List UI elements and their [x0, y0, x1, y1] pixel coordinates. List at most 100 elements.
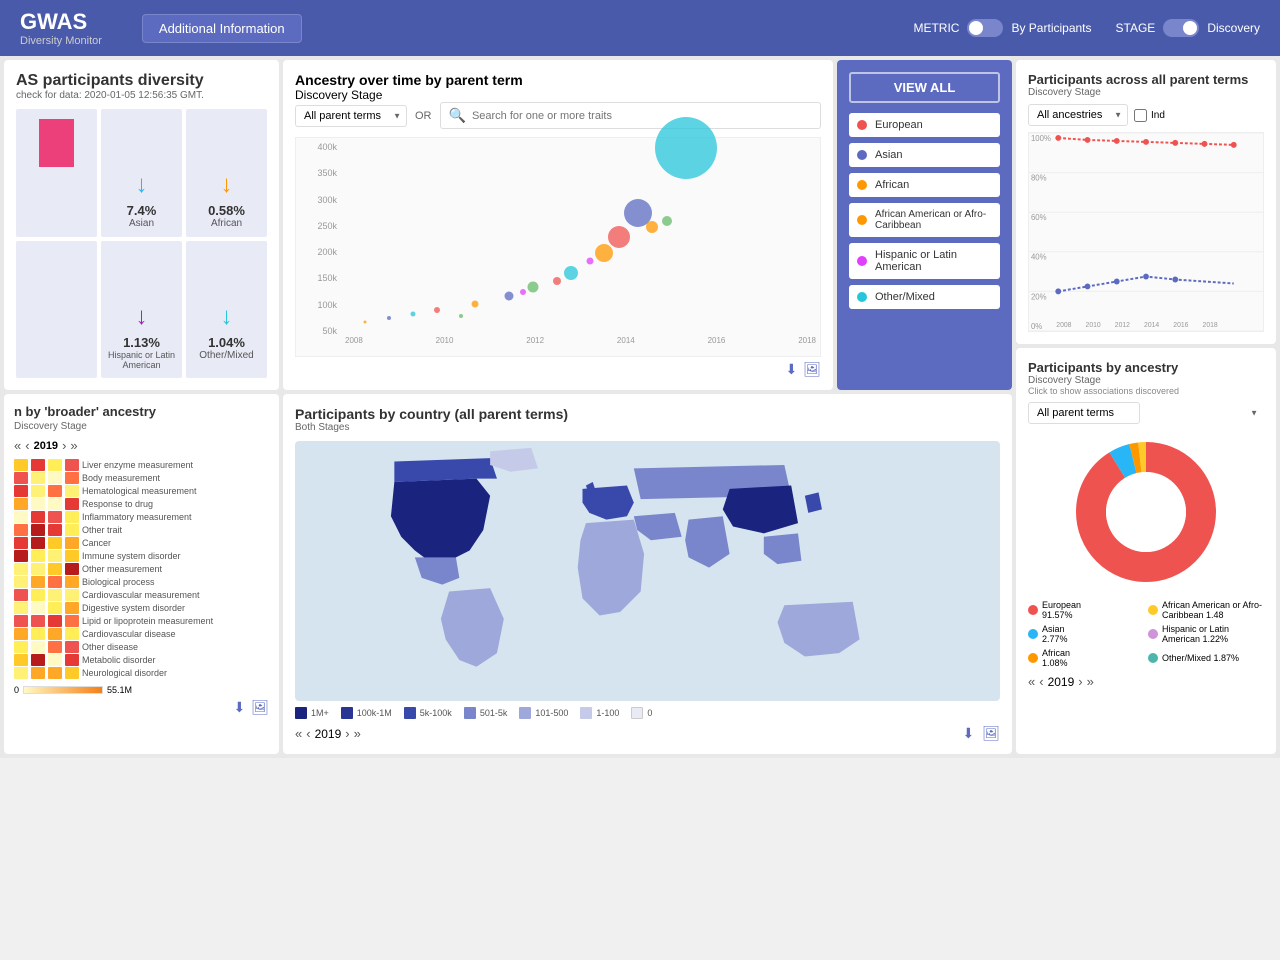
heatmap-last-btn[interactable]: »	[70, 438, 77, 453]
other-dot	[857, 292, 867, 302]
legend-label-101: 101-500	[535, 708, 568, 718]
hcell	[14, 628, 28, 640]
heatmap-image-icon[interactable]: 🖼	[251, 699, 269, 716]
hcell	[14, 589, 28, 601]
bar-european	[39, 119, 74, 167]
header-title: GWAS Diversity Monitor	[20, 9, 102, 47]
pie-last-btn[interactable]: »	[1087, 674, 1094, 689]
map-download-icon[interactable]: ⬇	[962, 725, 974, 742]
heatmap-download-icon[interactable]: ⬇	[233, 699, 245, 716]
include-checkbox[interactable]	[1134, 109, 1147, 122]
bar-asian	[124, 137, 159, 167]
legend-box-501	[464, 707, 476, 719]
map-image-icon[interactable]: 🖼	[982, 725, 1000, 742]
hcell	[48, 524, 62, 536]
hcell	[31, 576, 45, 588]
label-hispanic: Hispanic or Latin American	[105, 350, 178, 370]
pie-dot-afrocaribbean	[1148, 605, 1158, 615]
legend-1m: 1M+	[295, 707, 329, 719]
metric-toggle[interactable]	[967, 19, 1003, 37]
ancestry-item-hispanic[interactable]: Hispanic or Latin American	[849, 243, 1000, 279]
map-last-btn[interactable]: »	[354, 726, 361, 741]
bar-container-asian	[105, 117, 178, 167]
bar-container-afrocaribbean	[20, 249, 93, 299]
bar-container-other	[190, 249, 263, 299]
search-icon: 🔍	[449, 107, 466, 124]
bubble	[662, 216, 672, 226]
legend-box-5k	[404, 707, 416, 719]
bubble	[595, 244, 613, 262]
svg-text:2014: 2014	[1144, 322, 1159, 329]
ancestry-item-african[interactable]: African	[849, 173, 1000, 197]
label-other: Other/Mixed	[199, 350, 253, 361]
participants-select-wrapper[interactable]: All ancestries	[1028, 104, 1128, 126]
hcell	[48, 602, 62, 614]
ancestry-select[interactable]: All parent terms	[295, 105, 407, 127]
stage-toggle[interactable]	[1163, 19, 1199, 37]
arrow-other: ↓	[221, 303, 233, 331]
ancestry-item-asian[interactable]: Asian	[849, 143, 1000, 167]
ancestry-image-icon[interactable]: 🖼	[803, 361, 821, 378]
hcell	[65, 498, 79, 510]
ancestry-chart-area: 400k 350k 300k 250k 200k 150k 100k 50k 2…	[295, 137, 821, 357]
pie-label-european: European91.57%	[1042, 600, 1081, 620]
ancestry-item-other[interactable]: Other/Mixed	[849, 285, 1000, 309]
hcell	[14, 537, 28, 549]
viewall-button[interactable]: VIEW ALL	[849, 72, 1000, 103]
heatmap-content: Liver enzyme measurementBody measurement…	[14, 459, 269, 679]
map-first-btn[interactable]: «	[295, 726, 302, 741]
pie-select[interactable]: All parent terms	[1028, 402, 1140, 424]
map-next-btn[interactable]: ›	[345, 726, 349, 741]
map-prev-btn[interactable]: ‹	[306, 726, 310, 741]
diversity-cell-african: ↓ 0.58% African	[186, 109, 267, 237]
hcell	[14, 524, 28, 536]
participants-controls: All ancestries Ind	[1028, 104, 1264, 126]
hcell	[65, 511, 79, 523]
pie-select-wrapper[interactable]: All parent terms	[1028, 402, 1264, 424]
legend-label-0: 0	[647, 708, 652, 718]
additional-info-button[interactable]: Additional Information	[142, 14, 302, 43]
heatmap-subtitle: Discovery Stage	[14, 421, 269, 432]
heatmap-first-btn[interactable]: «	[14, 438, 21, 453]
hcell	[48, 511, 62, 523]
legend-gradient	[23, 686, 103, 694]
search-input[interactable]	[472, 110, 812, 122]
bubble	[564, 266, 578, 280]
country-canada	[394, 458, 497, 482]
ancestry-item-afrocaribbean[interactable]: African American or Afro-Caribbean	[849, 203, 1000, 237]
bubble	[363, 321, 366, 324]
heatmap-next-btn[interactable]: ›	[62, 438, 66, 453]
bubble	[646, 221, 658, 233]
hcell	[31, 550, 45, 562]
hcell	[31, 511, 45, 523]
hcell	[31, 472, 45, 484]
participants-title: Participants across all parent terms	[1028, 72, 1264, 87]
bar-hispanic	[124, 269, 159, 299]
pie-first-btn[interactable]: «	[1028, 674, 1035, 689]
ancestry-select-wrapper[interactable]: All parent terms	[295, 105, 407, 127]
search-box: 🔍	[440, 102, 822, 129]
svg-text:60%: 60%	[1031, 213, 1047, 222]
heatmap-title: n by 'broader' ancestry	[14, 404, 269, 419]
legend-max: 55.1M	[107, 685, 132, 695]
participants-select[interactable]: All ancestries	[1028, 104, 1128, 126]
african-dot	[857, 180, 867, 190]
ancestry-download-icon[interactable]: ⬇	[785, 361, 797, 378]
bubble	[527, 281, 538, 292]
arrow-asian: ↓	[136, 171, 148, 199]
map-year: 2019	[315, 727, 342, 741]
pie-next-btn[interactable]: ›	[1078, 674, 1082, 689]
bubble	[504, 292, 513, 301]
heatmap-prev-btn[interactable]: ‹	[25, 438, 29, 453]
map-panel: Participants by country (all parent term…	[283, 394, 1012, 754]
pie-legend-asian: Asian2.77%	[1028, 624, 1144, 644]
country-china	[723, 485, 798, 533]
pie-prev-btn[interactable]: ‹	[1039, 674, 1043, 689]
hcell	[48, 576, 62, 588]
ancestry-item-european[interactable]: European	[849, 113, 1000, 137]
participants-line-chart: 100% 80% 60% 40% 20% 0%	[1029, 133, 1263, 331]
hcell	[31, 654, 45, 666]
pie-label-asian: Asian2.77%	[1042, 624, 1068, 644]
hispanic-dot	[857, 256, 867, 266]
map-legend: 1M+ 100k-1M 5k-100k 501-5k 101-500	[295, 707, 1000, 719]
